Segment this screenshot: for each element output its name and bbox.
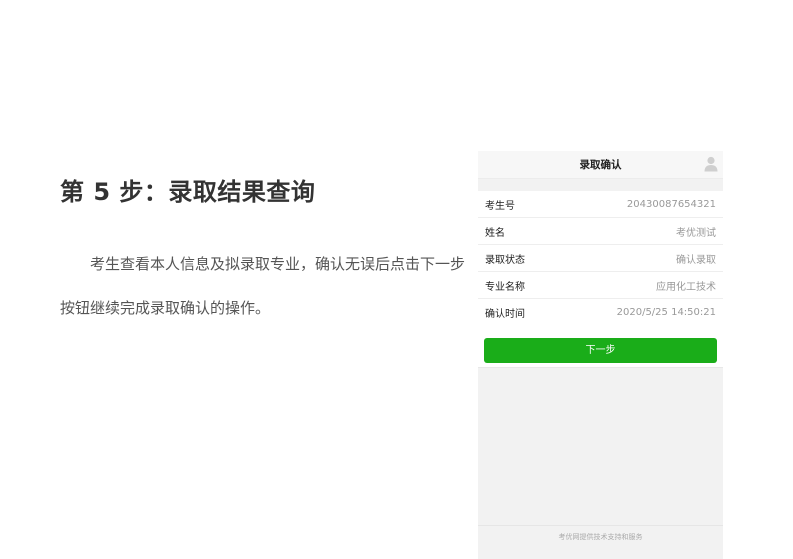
info-row-exam-number: 考生号 20430087654321 — [478, 191, 723, 218]
row-value: 20430087654321 — [626, 198, 716, 210]
row-label: 确认时间 — [485, 309, 525, 320]
row-label: 专业名称 — [485, 281, 525, 293]
button-area: 下一步 — [478, 326, 723, 368]
row-label: 录取状态 — [485, 254, 525, 266]
info-row-name: 姓名 考优测试 — [478, 218, 723, 245]
step-title: 第 5 步：录取结果查询 — [60, 178, 316, 206]
step-description: 考生查看本人信息及拟录取专业，确认无误后点击下一步按钮继续完成录取确认的操作。 — [60, 255, 466, 317]
user-icon[interactable] — [704, 156, 718, 172]
row-label: 考生号 — [485, 200, 515, 212]
info-row-major: 专业名称 应用化工技术 — [478, 272, 723, 299]
row-value: 确认录取 — [676, 254, 716, 266]
next-step-button[interactable]: 下一步 — [484, 338, 717, 363]
row-value: 应用化工技术 — [656, 281, 716, 293]
row-value: 2020/5/25 14:50:21 — [616, 307, 716, 318]
footer-text: 考优网提供技术支持和服务 — [478, 525, 723, 559]
page-title: 录取确认 — [579, 159, 622, 171]
app-header: 录取确认 — [478, 151, 723, 179]
phone-preview: 录取确认 考生号 20430087654321 姓名 考优测试 录取状态 确认录… — [478, 151, 723, 559]
info-row-status: 录取状态 确认录取 — [478, 245, 723, 272]
info-row-confirm-time: 确认时间 2020/5/25 14:50:21 — [478, 299, 723, 326]
info-list: 考生号 20430087654321 姓名 考优测试 录取状态 确认录取 专业名… — [478, 191, 723, 326]
row-value: 考优测试 — [676, 227, 716, 239]
row-label: 姓名 — [485, 227, 505, 239]
page: 第 5 步：录取结果查询 考生查看本人信息及拟录取专业，确认无误后点击下一步按钮… — [0, 0, 793, 559]
